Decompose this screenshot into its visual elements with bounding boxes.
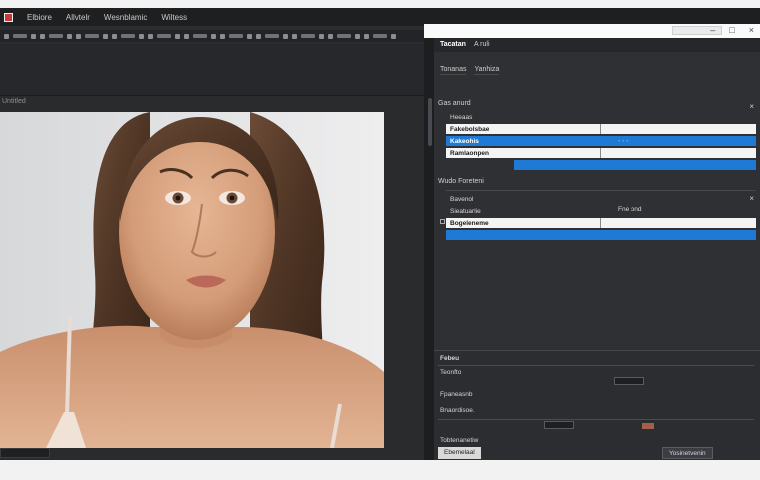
section2-title: Wudo Foreteni (438, 178, 484, 185)
tool-icon[interactable] (49, 34, 63, 38)
tool-icon[interactable] (292, 33, 297, 39)
tool-icon[interactable] (364, 33, 369, 39)
window-controls: – □ × (710, 25, 754, 35)
property-row[interactable]: Sieatuarlie (446, 206, 756, 216)
tool-icon[interactable] (328, 33, 333, 39)
right-panels: Tacatan A ruli Tonanas Yanhiza Gas anurd… (434, 38, 760, 460)
tab-primary[interactable]: Tacatan (440, 41, 466, 49)
close-icon[interactable]: × (749, 102, 754, 111)
tool-icon[interactable] (13, 34, 27, 38)
menu-item[interactable]: Elbiore (27, 13, 52, 22)
checkbox[interactable] (440, 219, 445, 224)
property-row[interactable]: Bogeleneme Fne ɔnd (446, 206, 756, 228)
tool-icon[interactable] (139, 33, 144, 39)
minimize-icon[interactable]: – (710, 25, 715, 35)
tool-icon[interactable] (85, 34, 99, 38)
tool-icon[interactable] (67, 33, 72, 39)
tool-icon[interactable] (229, 34, 243, 38)
tool-icon[interactable] (256, 33, 261, 39)
document-tab-label[interactable]: Untitled (2, 98, 26, 105)
panel-subtabs: Tonanas Yanhiza (440, 66, 760, 75)
value-field[interactable] (544, 421, 574, 429)
tool-icon[interactable] (301, 34, 315, 38)
panel-tabs: Tacatan A ruli (434, 38, 760, 52)
property-row-selected[interactable] (446, 230, 756, 240)
photo-editor-window: Elbiore Allvtelr Wesnblamic Wiltess – □ … (0, 8, 760, 460)
maximize-icon[interactable]: □ (729, 25, 734, 35)
layer-row[interactable]: Ramlaonpen (446, 148, 756, 158)
tool-icon[interactable] (193, 34, 207, 38)
tool-icon[interactable] (112, 33, 117, 39)
close-icon[interactable]: × (749, 25, 754, 35)
panel-scrollbar[interactable] (428, 98, 432, 146)
portrait-photo (0, 112, 384, 448)
lower-item[interactable]: Fpaneasnb (440, 391, 473, 398)
section1-title: Gas anurd (438, 100, 471, 107)
tool-icon[interactable] (337, 34, 351, 38)
tool-icon[interactable] (76, 33, 81, 39)
right-action-button[interactable]: Yosinetvenin (662, 447, 713, 459)
tab-secondary[interactable]: A ruli (474, 41, 490, 49)
tool-icon[interactable] (103, 33, 108, 39)
tool-icon[interactable] (373, 34, 387, 38)
tool-strip (0, 30, 424, 42)
layer-row[interactable]: Fakebolsbae (446, 124, 756, 134)
tool-icon[interactable] (283, 33, 288, 39)
tool-icon[interactable] (121, 34, 135, 38)
layer-row-selected[interactable]: Kakeohis • • • (446, 136, 756, 146)
title-strip: – □ × (424, 24, 760, 38)
tool-icon[interactable] (40, 33, 45, 39)
layer-row[interactable]: Heeaas (446, 112, 756, 122)
tool-icon[interactable] (211, 33, 216, 39)
lower-item[interactable]: Teonfto (440, 369, 461, 376)
menu-item[interactable]: Wesnblamic (104, 13, 147, 22)
lower-title: Febeu (440, 355, 460, 362)
value-field[interactable] (614, 377, 644, 385)
tool-icon[interactable] (220, 33, 225, 39)
tool-icon[interactable] (355, 33, 360, 39)
property-row[interactable]: Bavenol (446, 194, 756, 204)
options-bar (0, 44, 424, 96)
left-action-button[interactable]: Ebemelaal (438, 447, 481, 459)
menu-item[interactable]: Allvtelr (66, 13, 90, 22)
subtab-first[interactable]: Tonanas (440, 66, 467, 75)
canvas-area[interactable] (0, 96, 424, 460)
lower-panel: Febeu Teonfto Fpaneasnb Bnaordisoe. Tobt… (434, 350, 760, 460)
subtab-second[interactable]: Yanhiza (474, 66, 500, 75)
color-swatch[interactable] (642, 423, 654, 429)
tool-icon[interactable] (175, 33, 180, 39)
tool-icon[interactable] (247, 33, 252, 39)
zoom-status-box[interactable] (0, 448, 50, 458)
app-logo-icon (4, 12, 13, 22)
tool-icon[interactable] (391, 33, 396, 39)
tool-icon[interactable] (148, 33, 153, 39)
tool-icon[interactable] (265, 34, 279, 38)
tool-icon[interactable] (4, 33, 9, 39)
menu-item[interactable]: Wiltess (161, 13, 187, 22)
lower-item[interactable]: Tobtenanetiw (440, 437, 478, 444)
lower-item[interactable]: Bnaordisoe. (440, 407, 475, 414)
tool-icon[interactable] (31, 33, 36, 39)
tool-icon[interactable] (319, 33, 324, 39)
layer-row-progress[interactable] (514, 160, 756, 170)
tool-icon[interactable] (157, 34, 171, 38)
portrait-image (0, 112, 384, 448)
tool-icon[interactable] (184, 33, 189, 39)
